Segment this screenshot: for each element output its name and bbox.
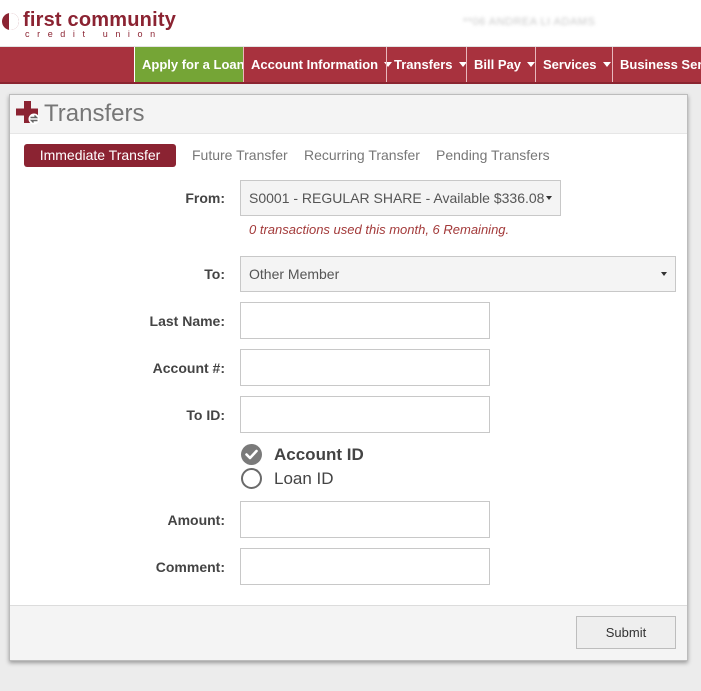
to-label: To: [204, 266, 225, 282]
to-account-select[interactable]: Other Member [240, 256, 676, 292]
nav-bill-pay[interactable]: Bill Pay [466, 47, 536, 82]
comment-input[interactable] [240, 548, 490, 585]
chevron-down-icon [602, 62, 611, 67]
nav-account-information[interactable]: Account Information [243, 47, 393, 82]
tab-immediate-transfer[interactable]: Immediate Transfer [24, 144, 176, 167]
last-name-input[interactable] [240, 302, 490, 339]
chevron-down-icon [661, 272, 667, 276]
account-number-input[interactable] [240, 349, 490, 386]
top-header: first community credit union **06 ANDREA… [0, 0, 701, 47]
last-name-label: Last Name: [149, 313, 225, 329]
logo-mark-icon [2, 13, 19, 30]
from-account-select[interactable]: S0001 - REGULAR SHARE - Available $336.0… [240, 180, 561, 216]
user-name: **06 ANDREA LI ADAMS [463, 16, 596, 28]
nav-services[interactable]: Services [535, 47, 613, 82]
nav-item-label: Transfers [394, 57, 453, 72]
panel-footer: Submit [10, 605, 687, 660]
account-id-radio-label[interactable]: Account ID [274, 445, 364, 465]
nav-item-label: Services [543, 57, 597, 72]
nav-item-label: Bill Pay [474, 57, 521, 72]
nav-item-label: Business Serv [620, 57, 701, 72]
chevron-down-icon [526, 62, 535, 67]
page-title: Transfers [44, 100, 145, 127]
to-id-input[interactable] [240, 396, 490, 433]
amount-label: Amount: [167, 512, 225, 528]
from-account-value: S0001 - REGULAR SHARE - Available $336.0… [249, 190, 545, 206]
nav-business-services[interactable]: Business Serv [612, 47, 701, 82]
tab-recurring-transfer[interactable]: Recurring Transfer [304, 144, 420, 167]
transfer-plus-icon [16, 101, 40, 125]
nav-item-label: Account Information [251, 57, 379, 72]
comment-label: Comment: [155, 559, 225, 575]
check-icon [245, 449, 258, 460]
nav-transfers[interactable]: Transfers [386, 47, 467, 82]
credit-union-logo[interactable]: first community credit union [2, 9, 176, 42]
logo-tagline: credit union [25, 29, 163, 39]
loan-id-radio-label[interactable]: Loan ID [274, 469, 334, 489]
chevron-down-icon [546, 196, 552, 200]
transfer-tabs: Immediate Transfer Future Transfer Recur… [24, 144, 674, 168]
loan-id-radio[interactable] [241, 468, 262, 489]
account-id-radio[interactable] [241, 444, 262, 465]
to-id-label: To ID: [186, 407, 225, 423]
amount-input[interactable] [240, 501, 490, 538]
transfers-panel: Transfers Immediate Transfer Future Tran… [9, 94, 688, 661]
transaction-limit-notice: 0 transactions used this month, 6 Remain… [249, 222, 510, 237]
main-nav: Apply for a Loan Account Information Tra… [0, 47, 701, 84]
submit-button[interactable]: Submit [576, 616, 676, 649]
tab-future-transfer[interactable]: Future Transfer [192, 144, 288, 167]
nav-apply-loan[interactable]: Apply for a Loan [134, 47, 245, 82]
tab-pending-transfers[interactable]: Pending Transfers [436, 144, 550, 167]
from-label: From: [185, 190, 225, 206]
account-number-label: Account #: [152, 360, 225, 376]
nav-apply-loan-label: Apply for a Loan [142, 57, 245, 72]
to-account-value: Other Member [249, 266, 340, 282]
panel-header: Transfers [10, 95, 687, 134]
